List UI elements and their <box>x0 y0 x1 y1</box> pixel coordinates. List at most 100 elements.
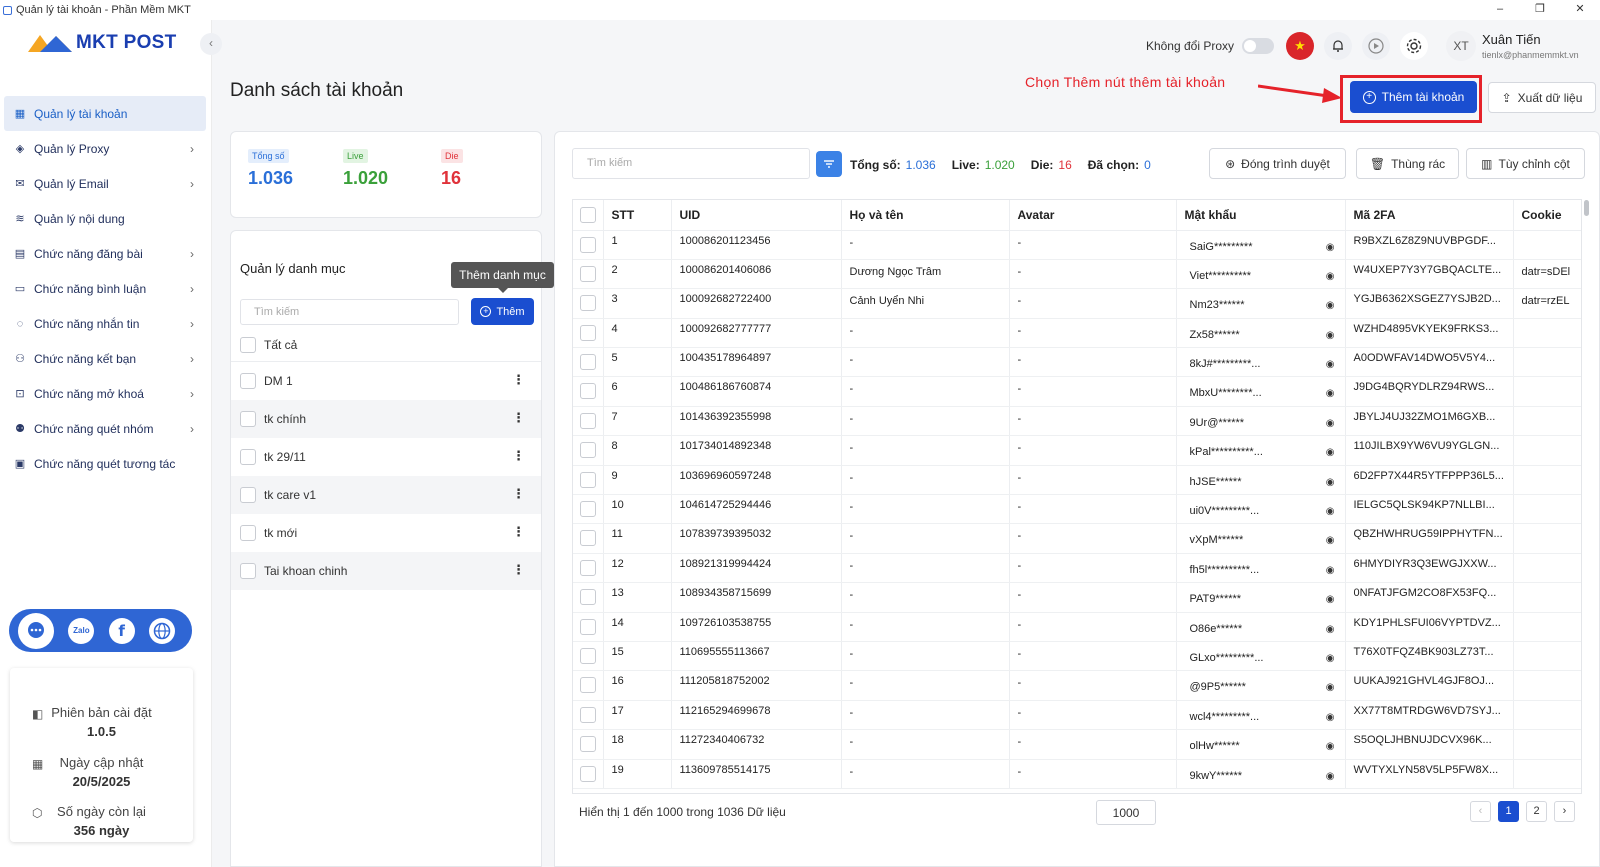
checkbox[interactable] <box>580 736 596 753</box>
eye-icon[interactable]: ◉ <box>1326 682 1335 693</box>
row-checkbox-cell[interactable] <box>573 288 604 319</box>
checkbox[interactable] <box>240 449 256 465</box>
vertical-scrollbar[interactable] <box>1584 200 1589 216</box>
sidebar-item-4[interactable]: ▤ Chức năng đăng bài › <box>4 236 206 271</box>
table-row[interactable]: 5 100435178964897- -8kJ#*********... ◉ A0ODW… <box>573 347 1581 378</box>
sidebar-item-1[interactable]: ◈ Quản lý Proxy › <box>4 131 206 166</box>
table-row[interactable]: 6 100486186760874- - MbxU********... ◉ J9DG4B… <box>573 376 1581 407</box>
checkbox[interactable] <box>580 589 596 606</box>
category-item[interactable]: DM 1 ⋮ <box>231 362 541 400</box>
table-row[interactable]: 8 101734014892348- - kPal**********... ◉ 110J… <box>573 435 1581 466</box>
column-header-name[interactable]: Họ và tên <box>841 200 1010 231</box>
table-row[interactable]: 1 100086201123456- - SaiG********* ◉ R9BXZL6Z… <box>573 230 1581 260</box>
facebook-icon[interactable]: f <box>108 617 135 644</box>
table-row[interactable]: 2 100086201406086 Dương Ngọc Trâm - Viet****… <box>573 259 1581 290</box>
more-vertical-icon[interactable]: ⋮ <box>512 563 525 577</box>
checkbox[interactable] <box>580 618 596 635</box>
globe-icon[interactable] <box>148 617 175 644</box>
checkbox[interactable] <box>240 563 256 579</box>
checkbox[interactable] <box>580 501 596 518</box>
checkbox[interactable] <box>240 411 256 427</box>
more-vertical-icon[interactable]: ⋮ <box>512 487 525 501</box>
category-item[interactable]: tk 29/11 ⋮ <box>231 438 541 476</box>
checkbox[interactable] <box>580 236 596 253</box>
sidebar-item-9[interactable]: ⚉ Chức năng quét nhóm › <box>4 411 206 446</box>
eye-icon[interactable]: ◉ <box>1326 271 1335 282</box>
row-checkbox-cell[interactable] <box>573 641 604 672</box>
checkbox[interactable] <box>580 647 596 664</box>
trash-button[interactable]: 🗑 Thùng rác <box>1356 148 1459 179</box>
settings-gear-icon[interactable] <box>1400 32 1428 60</box>
row-checkbox-cell[interactable] <box>573 494 604 525</box>
eye-icon[interactable]: ◉ <box>1326 565 1335 576</box>
close-browser-button[interactable]: ⊛ Đóng trình duyệt <box>1209 148 1346 179</box>
customize-columns-button[interactable]: ▥ Tùy chỉnh cột <box>1466 148 1585 179</box>
prev-page-button[interactable]: ‹ <box>1470 801 1491 822</box>
table-row[interactable]: 13 108934358715699- - PAT9****** ◉ 0NFATJFGM2… <box>573 582 1581 613</box>
eye-icon[interactable]: ◉ <box>1326 242 1335 253</box>
avatar[interactable]: XT <box>1446 31 1476 61</box>
maximize-button[interactable]: ❐ <box>1520 0 1560 20</box>
eye-icon[interactable]: ◉ <box>1326 330 1335 341</box>
checkbox[interactable] <box>580 530 596 547</box>
row-checkbox-cell[interactable] <box>573 523 604 554</box>
row-checkbox-cell[interactable] <box>573 700 604 731</box>
eye-icon[interactable]: ◉ <box>1326 506 1335 517</box>
eye-icon[interactable]: ◉ <box>1326 653 1335 664</box>
eye-icon[interactable]: ◉ <box>1326 624 1335 635</box>
sidebar-item-7[interactable]: ⚇ Chức năng kết bạn › <box>4 341 206 376</box>
table-row[interactable]: 10 104614725294446- - ui0V*********... ◉ IELG… <box>573 494 1581 525</box>
row-checkbox-cell[interactable] <box>573 670 604 701</box>
collapse-sidebar-button[interactable]: ‹ <box>200 33 222 55</box>
row-checkbox-cell[interactable] <box>573 759 604 789</box>
more-vertical-icon[interactable]: ⋮ <box>512 411 525 425</box>
column-header-cookie[interactable]: Cookie <box>1513 200 1581 231</box>
sidebar-item-6[interactable]: ◌ Chức năng nhắn tin › <box>4 306 206 341</box>
eye-icon[interactable]: ◉ <box>1326 535 1335 546</box>
row-checkbox-cell[interactable] <box>573 729 604 760</box>
column-header-avatar[interactable]: Avatar <box>1009 200 1177 231</box>
table-row[interactable]: 11 107839739395032- - vXpM****** ◉ QBZHWHRUG5… <box>573 523 1581 554</box>
checkbox[interactable] <box>240 336 256 353</box>
checkbox[interactable] <box>240 525 256 541</box>
close-window-button[interactable]: ✕ <box>1560 0 1600 20</box>
row-checkbox-cell[interactable] <box>573 230 604 260</box>
eye-icon[interactable]: ◉ <box>1326 388 1335 399</box>
sidebar-item-8[interactable]: ⊡ Chức năng mở khoá › <box>4 376 206 411</box>
eye-icon[interactable]: ◉ <box>1326 418 1335 429</box>
support-chat-icon[interactable] <box>18 612 55 649</box>
eye-icon[interactable]: ◉ <box>1326 477 1335 488</box>
eye-icon[interactable]: ◉ <box>1326 771 1335 782</box>
page-size-select[interactable]: 1000 <box>1096 800 1156 825</box>
table-row[interactable]: 19 113609785514175- -9kwY****** ◉ WVTYXLYN58… <box>573 759 1581 789</box>
zalo-icon[interactable]: Zalo <box>68 617 95 644</box>
page-2-button[interactable]: 2 <box>1526 801 1547 822</box>
checkbox[interactable] <box>580 354 596 371</box>
more-vertical-icon[interactable]: ⋮ <box>512 449 525 463</box>
checkbox[interactable] <box>580 706 596 723</box>
row-checkbox-cell[interactable] <box>573 612 604 642</box>
column-header-password[interactable]: Mật khẩu <box>1176 200 1346 231</box>
minimize-button[interactable]: – <box>1480 0 1520 20</box>
column-header-stt[interactable]: STT <box>603 200 672 231</box>
table-row[interactable]: 7 101436392355998- -9Ur@****** ◉ JBYLJ4UJ32Z… <box>573 406 1581 437</box>
row-checkbox-cell[interactable] <box>573 553 604 584</box>
table-row[interactable]: 12 108921319994424- - fh5l**********... ◉ 6HM… <box>573 553 1581 584</box>
user-info[interactable]: Xuân Tiến tienlx@phanmemmkt.vn <box>1482 32 1600 60</box>
more-vertical-icon[interactable]: ⋮ <box>512 525 525 539</box>
next-page-button[interactable]: › <box>1554 801 1575 822</box>
play-icon[interactable] <box>1362 32 1390 60</box>
table-row[interactable]: 18 11272340406732- - olHw****** ◉ S5OQLJHBNUJ… <box>573 729 1581 760</box>
sidebar-item-0[interactable]: ▦ Quản lý tài khoản <box>4 96 206 131</box>
checkbox[interactable] <box>580 412 596 429</box>
checkbox[interactable] <box>580 559 596 576</box>
sidebar-item-2[interactable]: ✉ Quản lý Email › <box>4 166 206 201</box>
row-checkbox-cell[interactable] <box>573 435 604 466</box>
checkbox[interactable] <box>580 295 596 312</box>
table-row[interactable]: 3 100092682722400 Cảnh Uyển Nhi - Nm23******… <box>573 288 1581 319</box>
row-checkbox-cell[interactable] <box>573 465 604 496</box>
row-checkbox-cell[interactable] <box>573 406 604 437</box>
add-category-button[interactable]: + Thêm <box>471 298 534 325</box>
checkbox[interactable] <box>580 677 596 694</box>
sidebar-item-3[interactable]: ≋ Quản lý nội dung <box>4 201 206 236</box>
